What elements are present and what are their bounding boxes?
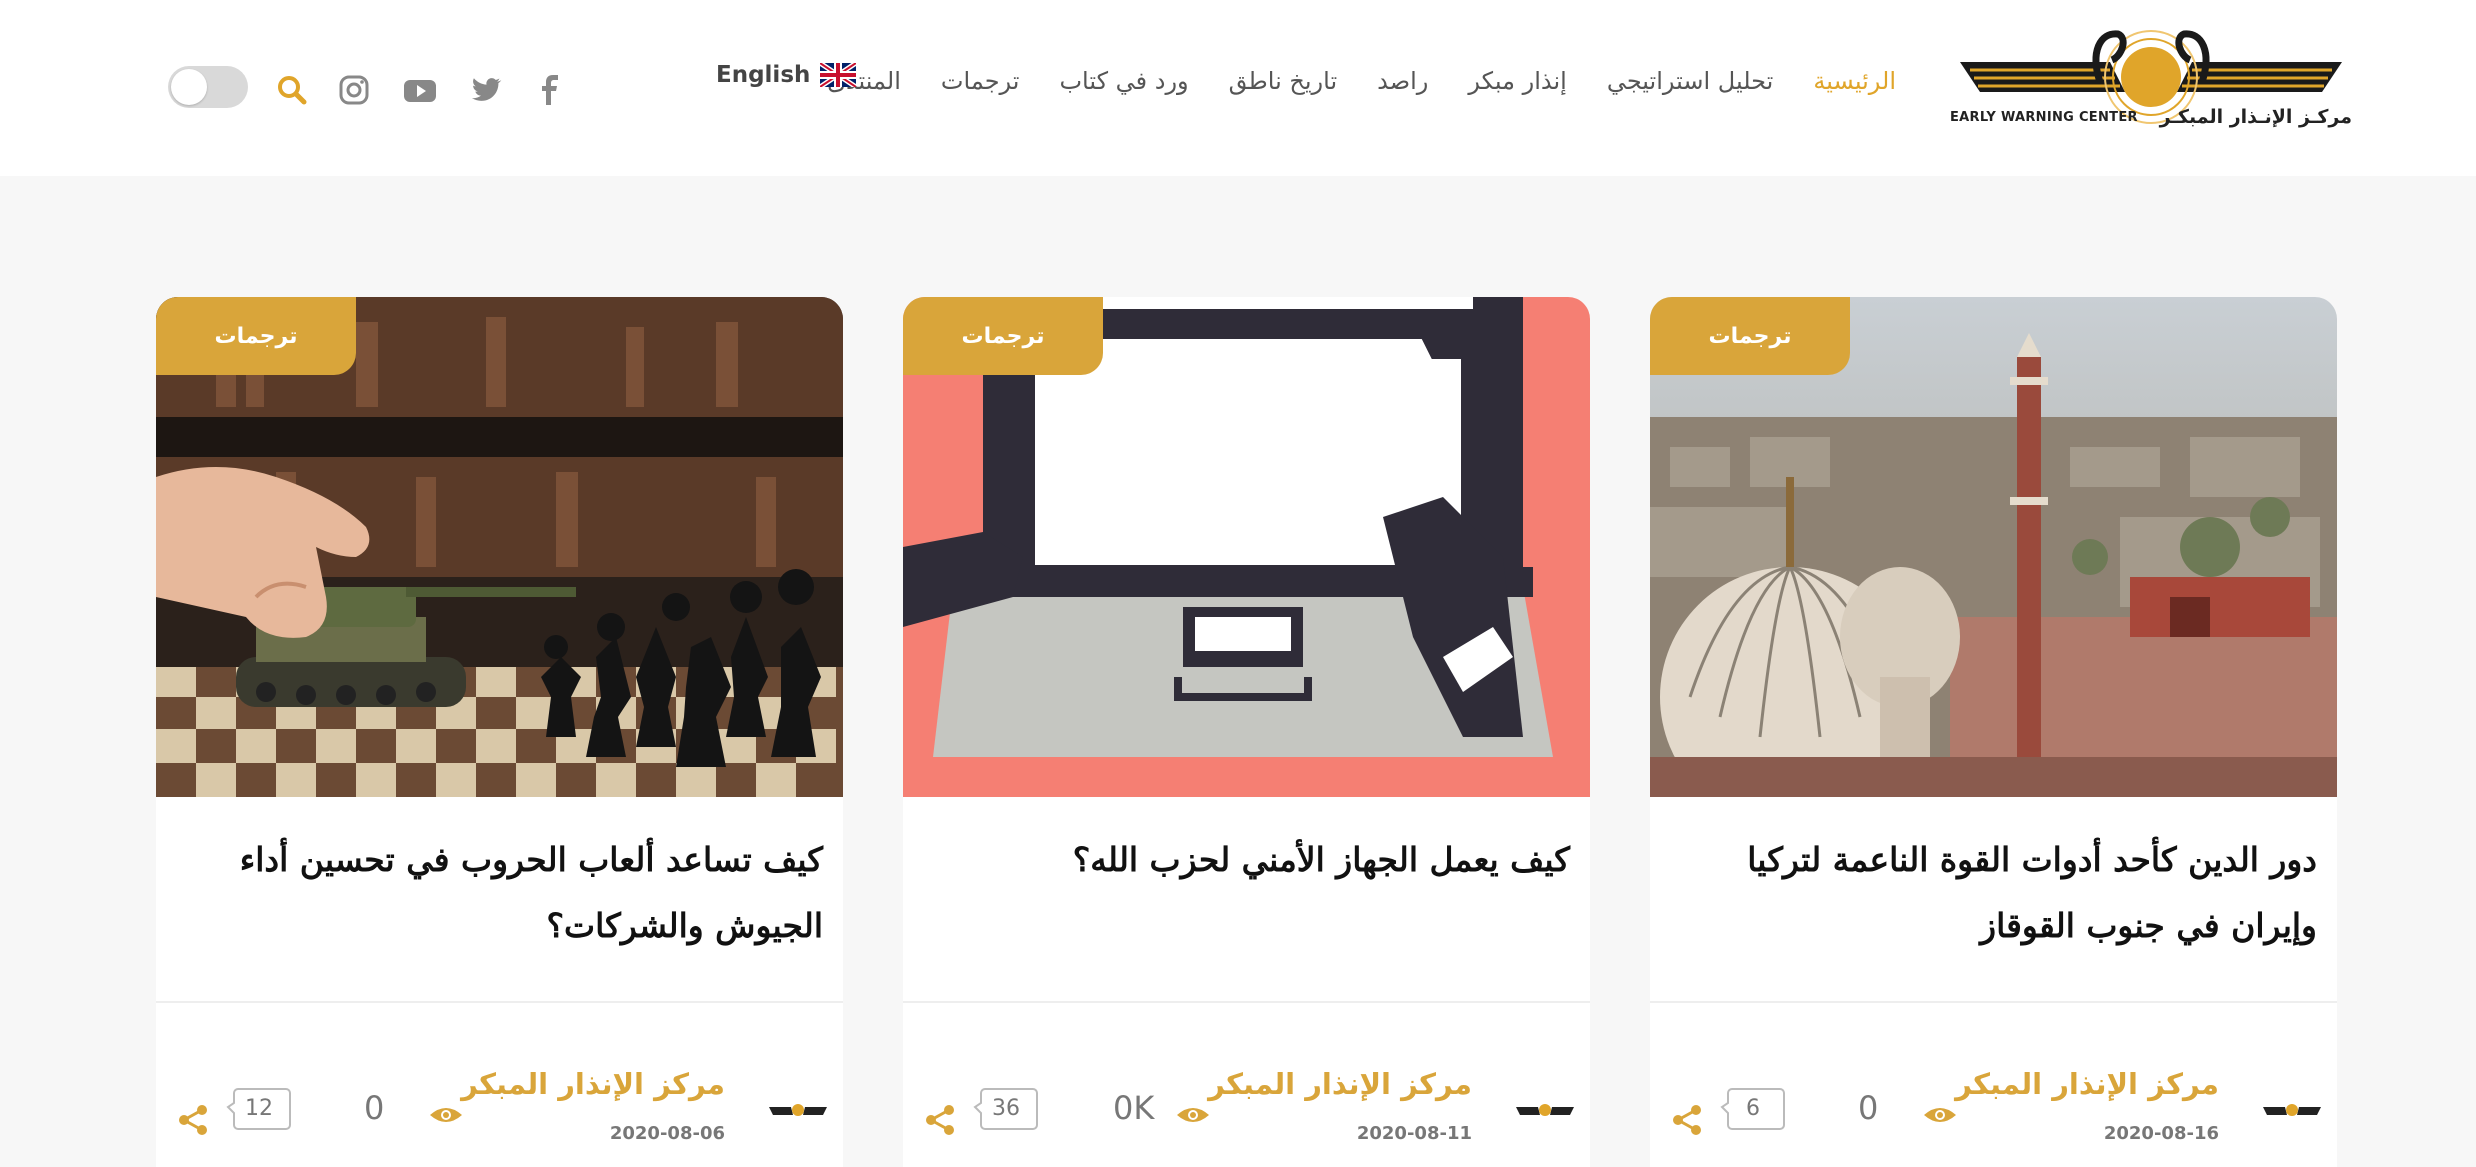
eye-icon	[430, 1108, 462, 1122]
share-icon[interactable]	[1670, 1103, 1704, 1137]
logo-text-english: EARLY WARNING CENTER	[1950, 110, 2138, 125]
theme-toggle[interactable]	[168, 66, 248, 108]
post-date: 2020-08-16	[2103, 1123, 2219, 1144]
nav-item-early-warning[interactable]: إنذار مبكر	[1468, 67, 1566, 95]
view-count: 0	[1858, 1089, 1879, 1127]
nav-item-strategic-analysis[interactable]: تحليل استراتيجي	[1607, 67, 1774, 95]
article-card[interactable]: ترجمات كيف يعمل الجهاز الأمني لحزب الله؟…	[903, 297, 1590, 1167]
instagram-icon[interactable]	[334, 70, 374, 110]
main-nav: الرئيسية تحليل استراتيجي إنذار مبكر راصد…	[787, 56, 1896, 106]
nav-item-home[interactable]: الرئيسية	[1813, 67, 1896, 95]
eye-icon	[1924, 1108, 1956, 1122]
category-badge[interactable]: ترجمات	[903, 297, 1103, 375]
youtube-icon[interactable]	[400, 70, 440, 110]
eye-icon	[1177, 1108, 1209, 1122]
twitter-icon[interactable]	[466, 70, 506, 110]
article-title[interactable]: دور الدين كأحد أدوات القوة الناعمة لتركي…	[1670, 827, 2317, 959]
article-title[interactable]: كيف يعمل الجهاز الأمني لحزب الله؟	[923, 827, 1570, 893]
author-avatar-icon	[1516, 1104, 1574, 1116]
article-title[interactable]: كيف تساعد ألعاب الحروب في تحسين أداء الج…	[176, 827, 823, 959]
comment-count: 36	[992, 1095, 1020, 1121]
view-count: 0K	[1113, 1089, 1155, 1127]
article-card[interactable]: ترجمات دور الدين كأحد أدوات القوة الناعم…	[1650, 297, 2337, 1167]
site-logo[interactable]: EARLY WARNING CENTER مركـز الإنـذار المب…	[1950, 22, 2352, 140]
toggle-knob	[171, 69, 207, 105]
nav-item-rased[interactable]: راصد	[1377, 67, 1428, 95]
comment-count: 6	[1746, 1095, 1760, 1121]
author-name[interactable]: مركز الإنذار المبكر	[1955, 1067, 2219, 1101]
author-name[interactable]: مركز الإنذار المبكر	[461, 1067, 725, 1101]
card-divider	[1650, 1001, 2337, 1003]
nav-item-in-a-book[interactable]: ورد في كتاب	[1059, 67, 1188, 95]
nav-item-speaking-history[interactable]: تاريخ ناطق	[1229, 67, 1338, 95]
author-avatar-icon	[2263, 1104, 2321, 1116]
view-count: 0	[364, 1089, 385, 1127]
card-divider	[903, 1001, 1590, 1003]
language-label: English	[716, 62, 811, 88]
nav-item-translations[interactable]: ترجمات	[941, 67, 1020, 95]
site-header: EARLY WARNING CENTER مركـز الإنـذار المب…	[0, 0, 2476, 176]
uk-flag-icon	[820, 63, 857, 87]
card-divider	[156, 1001, 843, 1003]
article-card[interactable]: ترجمات كيف تساعد ألعاب الحروب في تحسين أ…	[156, 297, 843, 1167]
category-badge[interactable]: ترجمات	[156, 297, 356, 375]
author-name[interactable]: مركز الإنذار المبكر	[1208, 1067, 1472, 1101]
share-icon[interactable]	[176, 1103, 210, 1137]
share-icon[interactable]	[923, 1103, 957, 1137]
author-avatar-icon	[769, 1104, 827, 1116]
post-date: 2020-08-11	[1356, 1123, 1472, 1144]
post-date: 2020-08-06	[609, 1123, 725, 1144]
language-switch[interactable]: English	[716, 62, 857, 88]
logo-text-arabic: مركـز الإنـذار المبكـر	[2159, 106, 2352, 128]
search-icon[interactable]	[272, 70, 312, 110]
category-badge[interactable]: ترجمات	[1650, 297, 1850, 375]
comment-count: 12	[245, 1095, 273, 1121]
facebook-icon[interactable]	[531, 70, 571, 110]
